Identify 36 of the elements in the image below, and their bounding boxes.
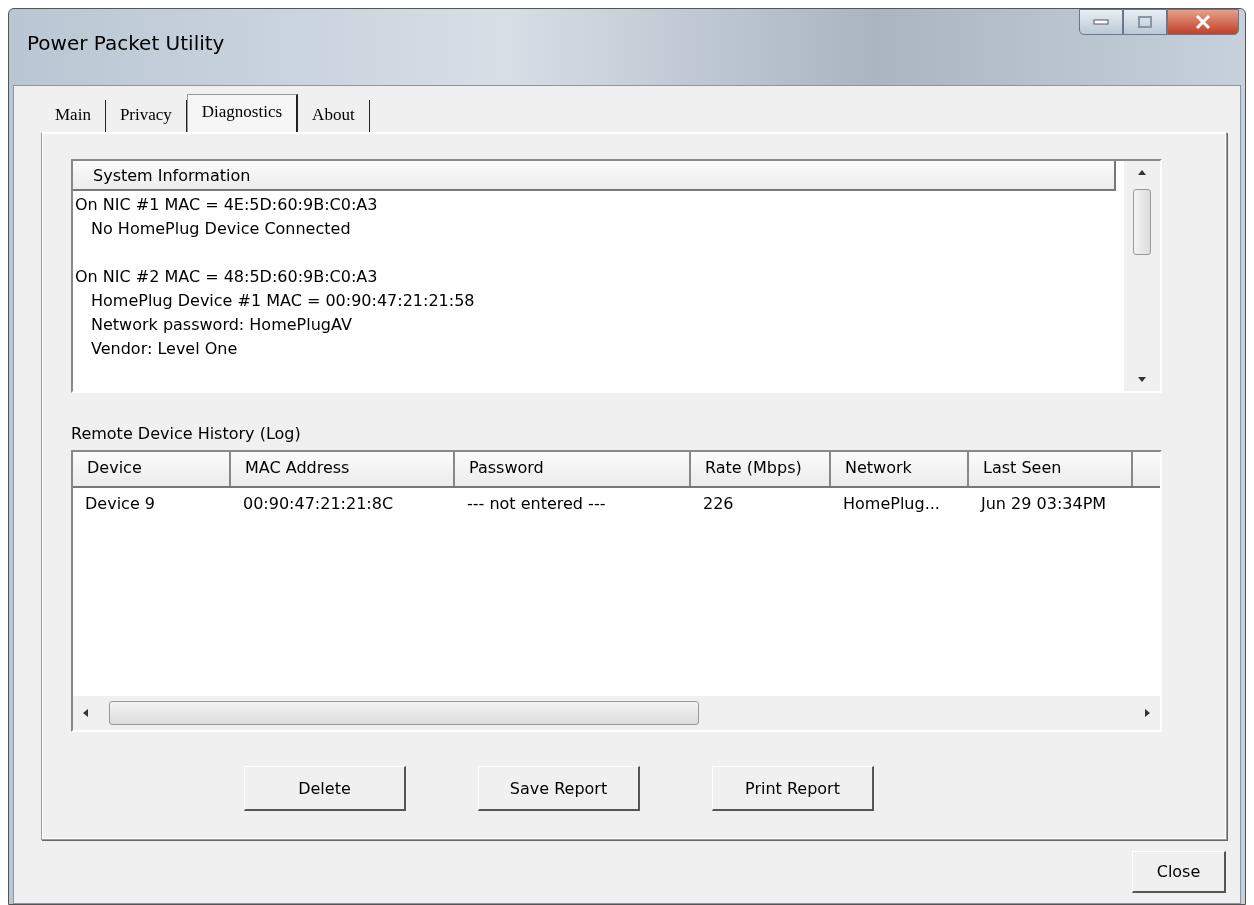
minimize-icon bbox=[1093, 19, 1109, 25]
maximize-icon bbox=[1137, 15, 1153, 29]
column-header[interactable]: Last Seen bbox=[969, 452, 1133, 486]
action-button[interactable]: Save Report bbox=[478, 766, 640, 811]
table-cell-text: HomePlug... bbox=[842, 493, 941, 513]
horizontal-scrollbar[interactable] bbox=[73, 696, 1160, 730]
info-line: On NIC #1 MAC = 4E:5D:60:9B:C0:A3 bbox=[75, 194, 379, 216]
minimize-button[interactable] bbox=[1079, 9, 1123, 35]
column-header[interactable]: Rate (Mbps) bbox=[691, 452, 831, 486]
maximize-button[interactable] bbox=[1123, 9, 1167, 35]
log-label: Remote Device History (Log) bbox=[71, 424, 302, 445]
info-line: Network password: HomePlugAV bbox=[90, 314, 353, 336]
vertical-scrollbar[interactable] bbox=[1124, 161, 1160, 391]
action-button[interactable]: Delete bbox=[244, 766, 406, 811]
scrollbar-thumb[interactable] bbox=[109, 701, 699, 725]
column-header[interactable]: Password bbox=[455, 452, 691, 486]
table-cell-text: 226 bbox=[702, 493, 735, 513]
tab[interactable]: Diagnostics bbox=[186, 94, 299, 132]
close-icon bbox=[1194, 14, 1212, 30]
window-title: Power Packet Utility bbox=[26, 30, 225, 55]
scrollbar-thumb[interactable] bbox=[1133, 189, 1151, 255]
close-dialog-button[interactable]: Close bbox=[1132, 850, 1226, 893]
table-cell-text: 00:90:47:21:21:8C bbox=[242, 493, 395, 513]
column-header[interactable]: MAC Address bbox=[231, 452, 455, 486]
info-line: Vendor: Level One bbox=[90, 338, 239, 360]
table-cell-text: Device 9 bbox=[84, 493, 156, 513]
column-header: System Information bbox=[93, 165, 251, 185]
table-cell-text: --- not entered --- bbox=[466, 493, 607, 513]
info-line: No HomePlug Device Connected bbox=[90, 218, 352, 240]
info-line: On NIC #2 MAC = 48:5D:60:9B:C0:A3 bbox=[75, 266, 379, 288]
column-header[interactable]: Device bbox=[73, 452, 231, 486]
column-header[interactable]: Network bbox=[831, 452, 969, 486]
close-button[interactable] bbox=[1167, 9, 1239, 35]
info-line: HomePlug Device #1 MAC = 00:90:47:21:21:58 bbox=[90, 290, 476, 312]
action-button[interactable]: Print Report bbox=[712, 766, 874, 811]
table-cell-text: Jun 29 03:34PM bbox=[979, 493, 1108, 513]
